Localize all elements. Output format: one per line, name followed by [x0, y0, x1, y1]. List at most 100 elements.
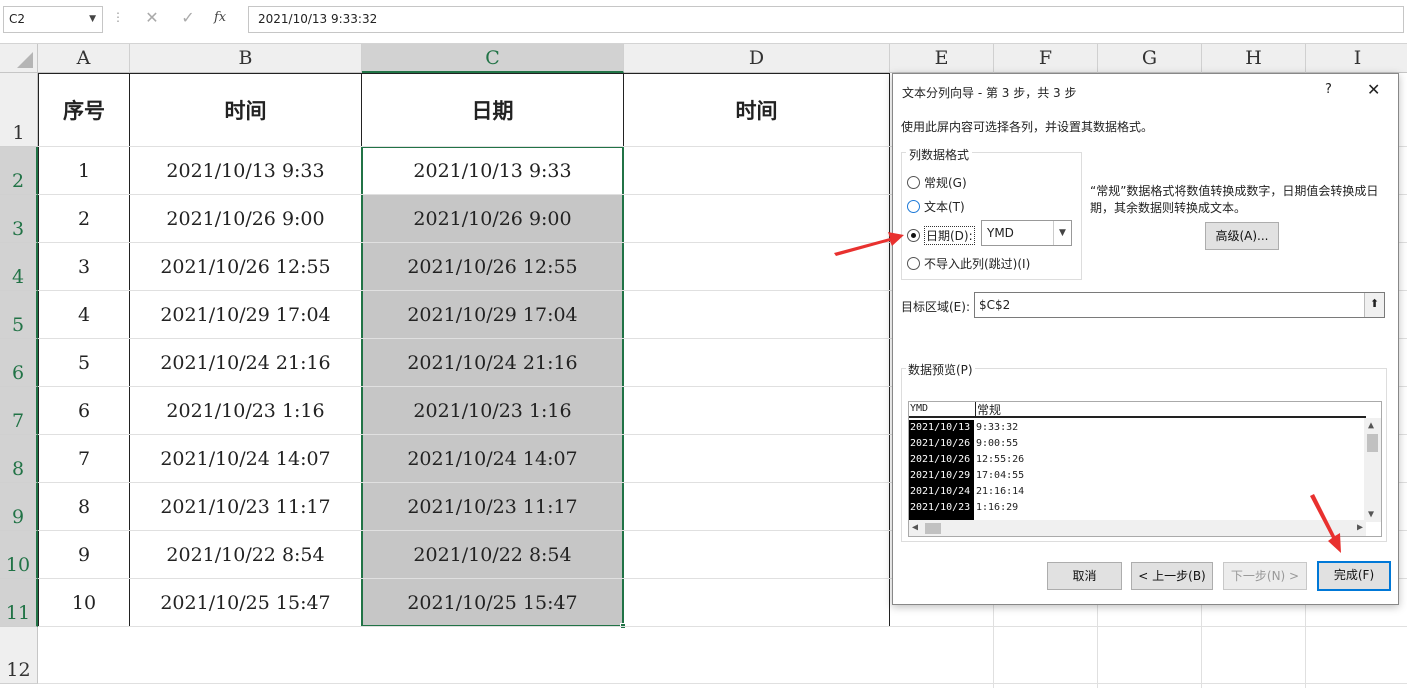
scroll-thumb[interactable] [925, 523, 941, 534]
table-cell[interactable]: 2021/10/25 15:47 [130, 579, 362, 627]
collapse-dialog-icon[interactable]: ⬆ [1364, 293, 1384, 317]
column-header-a[interactable]: A [38, 44, 130, 73]
chevron-right-icon[interactable]: ▶ [1357, 522, 1363, 533]
table-cell[interactable] [624, 387, 890, 435]
table-cell[interactable]: 2021/10/26 9:00 [362, 195, 624, 243]
row-header-12[interactable]: 12 [0, 627, 38, 684]
scroll-thumb[interactable] [1367, 434, 1378, 452]
table-cell[interactable] [624, 195, 890, 243]
row-header-3[interactable]: 3 [0, 195, 38, 243]
table-header-cell[interactable]: 时间 [624, 73, 890, 147]
table-cell[interactable] [624, 147, 890, 195]
preview-column-general[interactable]: 9:33:32 9:00:55 12:55:26 17:04:55 21:16:14 1:… [975, 420, 1024, 516]
enter-icon[interactable]: ✓ [177, 8, 199, 27]
chevron-down-icon[interactable]: ▼ [89, 7, 96, 32]
more-options-icon[interactable]: ⋮ [112, 10, 124, 24]
radio-text[interactable]: 文本(T) [907, 198, 965, 215]
table-cell[interactable] [624, 531, 890, 579]
column-header-h[interactable]: H [1202, 44, 1306, 73]
table-cell[interactable]: 1 [38, 147, 130, 195]
row-header-8[interactable]: 8 [0, 435, 38, 483]
table-cell[interactable]: 2021/10/25 15:47 [362, 579, 624, 627]
table-cell[interactable]: 3 [38, 243, 130, 291]
table-cell[interactable]: 2021/10/22 8:54 [130, 531, 362, 579]
table-cell[interactable] [624, 435, 890, 483]
row-header-7[interactable]: 7 [0, 387, 38, 435]
chevron-left-icon[interactable]: ◀ [912, 522, 918, 533]
column-header-b[interactable]: B [130, 44, 362, 73]
table-cell[interactable]: 8 [38, 483, 130, 531]
table-cell[interactable]: 2021/10/29 17:04 [362, 291, 624, 339]
preview-vertical-scrollbar[interactable]: ▲ ▼ [1364, 418, 1381, 522]
name-box[interactable]: C2 ▼ [3, 6, 103, 33]
next-button[interactable]: 下一步(N) > [1223, 562, 1307, 590]
help-icon[interactable]: ? [1325, 82, 1332, 97]
table-cell[interactable]: 4 [38, 291, 130, 339]
table-cell[interactable] [624, 291, 890, 339]
table-cell[interactable]: 2021/10/24 14:07 [362, 435, 624, 483]
table-cell[interactable]: 2021/10/22 8:54 [362, 531, 624, 579]
date-format-select[interactable]: YMD ▼ [981, 220, 1072, 246]
formula-input[interactable]: 2021/10/13 9:33:32 [248, 6, 1404, 33]
table-cell[interactable]: 10 [38, 579, 130, 627]
preview-header-ymd[interactable]: YMD [910, 403, 928, 414]
table-cell[interactable]: 5 [38, 339, 130, 387]
row-header-5[interactable]: 5 [0, 291, 38, 339]
table-cell[interactable]: 2021/10/26 12:55 [362, 243, 624, 291]
table-cell[interactable] [624, 243, 890, 291]
chevron-up-icon[interactable]: ▲ [1368, 420, 1374, 431]
table-cell[interactable] [624, 339, 890, 387]
finish-button[interactable]: 完成(F) [1317, 561, 1391, 591]
table-cell[interactable]: 2021/10/24 21:16 [362, 339, 624, 387]
column-header-g[interactable]: G [1098, 44, 1202, 73]
close-icon[interactable]: ✕ [1367, 80, 1380, 99]
row-header-4[interactable]: 4 [0, 243, 38, 291]
row-header-9[interactable]: 9 [0, 483, 38, 531]
table-header-cell[interactable]: 日期 [362, 73, 624, 147]
row-header-11[interactable]: 11 [0, 579, 38, 627]
table-header-cell[interactable]: 时间 [130, 73, 362, 147]
radio-date[interactable]: 日期(D): [907, 226, 975, 245]
table-cell[interactable]: 2021/10/24 14:07 [130, 435, 362, 483]
insert-function-icon[interactable]: fx [214, 10, 226, 25]
table-cell[interactable]: 2021/10/23 1:16 [362, 387, 624, 435]
select-all-button[interactable] [0, 44, 38, 73]
table-cell[interactable]: 6 [38, 387, 130, 435]
table-cell[interactable]: 7 [38, 435, 130, 483]
chevron-down-icon[interactable]: ▼ [1053, 221, 1071, 245]
cancel-icon[interactable]: ✕ [141, 8, 163, 27]
radio-skip[interactable]: 不导入此列(跳过)(I) [907, 255, 1030, 272]
table-cell[interactable]: 2021/10/13 9:33 [130, 147, 362, 195]
table-cell[interactable] [624, 483, 890, 531]
table-cell[interactable]: 2021/10/23 11:17 [362, 483, 624, 531]
table-cell[interactable]: 2021/10/26 9:00 [130, 195, 362, 243]
table-cell[interactable]: 2021/10/29 17:04 [130, 291, 362, 339]
table-cell[interactable]: 2021/10/24 21:16 [130, 339, 362, 387]
table-cell[interactable]: 2021/10/23 11:17 [130, 483, 362, 531]
table-cell[interactable]: 2021/10/23 1:16 [130, 387, 362, 435]
table-cell[interactable]: 9 [38, 531, 130, 579]
preview-horizontal-scrollbar[interactable]: ◀ ▶ [909, 520, 1366, 536]
advanced-button[interactable]: 高级(A)... [1205, 222, 1279, 250]
column-header-d[interactable]: D [624, 44, 890, 73]
table-header-cell[interactable]: 序号 [38, 73, 130, 147]
table-cell[interactable]: 2 [38, 195, 130, 243]
row-header-2[interactable]: 2 [0, 147, 38, 195]
back-button[interactable]: < 上一步(B) [1131, 562, 1213, 590]
cancel-button[interactable]: 取消 [1047, 562, 1122, 590]
radio-general[interactable]: 常规(G) [907, 174, 967, 191]
column-header-i[interactable]: I [1306, 44, 1407, 73]
preview-header-general[interactable]: 常规 [975, 402, 1001, 418]
column-header-e[interactable]: E [890, 44, 994, 73]
target-input[interactable]: $C$2 ⬆ [974, 292, 1385, 318]
row-header-6[interactable]: 6 [0, 339, 38, 387]
preview-column-ymd[interactable]: 2021/10/13 2021/10/26 2021/10/26 2021/10/29… [909, 420, 974, 522]
row-header-1[interactable]: 1 [0, 73, 38, 147]
table-cell[interactable]: 2021/10/26 12:55 [130, 243, 362, 291]
table-cell[interactable]: 2021/10/13 9:33 [362, 147, 624, 195]
chevron-down-icon[interactable]: ▼ [1368, 509, 1374, 520]
row-header-10[interactable]: 10 [0, 531, 38, 579]
table-cell[interactable] [624, 579, 890, 627]
data-preview[interactable]: YMD 常规 2021/10/13 2021/10/26 2021/10/26 202… [908, 401, 1382, 537]
column-header-c[interactable]: C [362, 44, 624, 73]
